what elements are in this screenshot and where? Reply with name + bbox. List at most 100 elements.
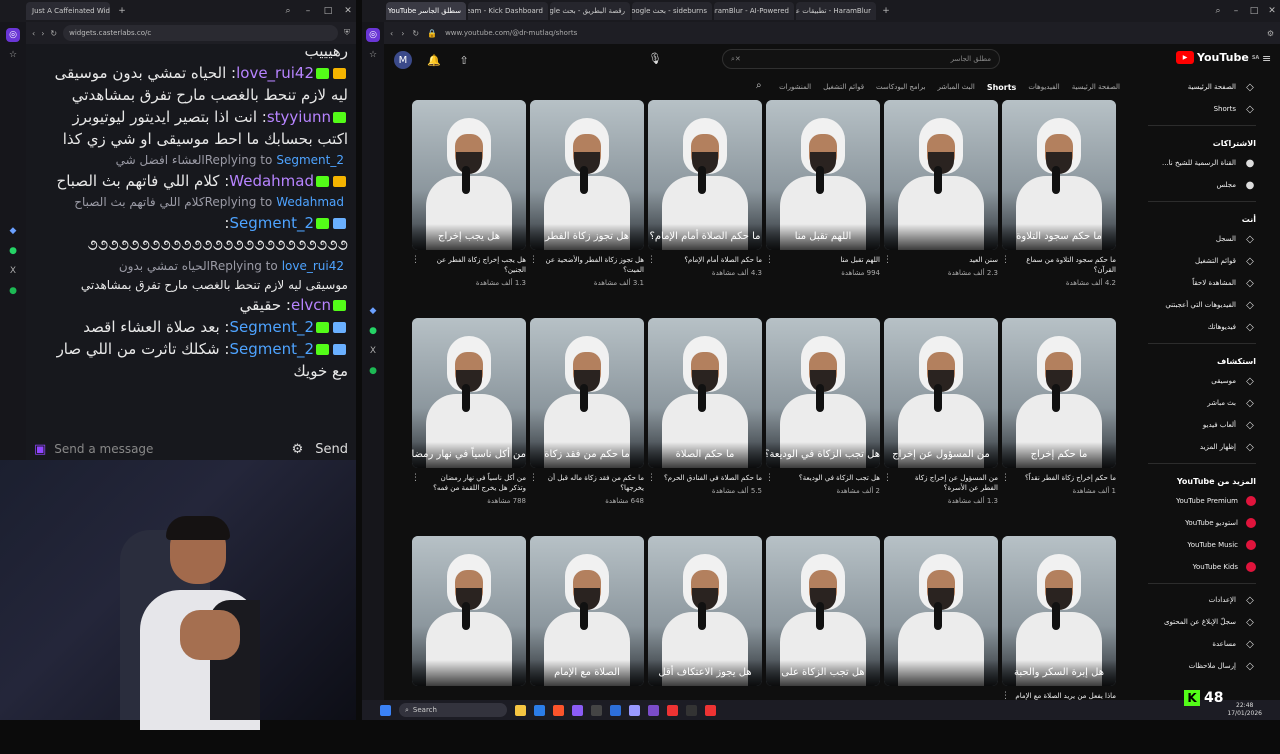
tab-youtube[interactable]: سطلق الجاسر YouTube - د — [386, 2, 466, 20]
chat-username[interactable]: Segment_2 — [229, 214, 314, 232]
tab-google-2[interactable]: sideburns - بحث Google — [632, 2, 712, 20]
sidebar-item[interactable]: ◇ المشاهدة لاحقاً — [1140, 272, 1264, 294]
maximize-icon[interactable]: □ — [320, 6, 336, 16]
short-thumbnail[interactable] — [412, 536, 526, 686]
more-icon[interactable]: ⋮ — [529, 473, 538, 493]
photoshop-icon[interactable] — [610, 704, 621, 716]
more-icon[interactable]: ⋮ — [1001, 255, 1010, 275]
short-thumbnail[interactable]: من أكل ناسياً في نهار رمضان — [412, 318, 526, 468]
star-icon[interactable]: ☆ — [6, 48, 20, 62]
reload-icon[interactable]: ↻ — [412, 29, 419, 38]
chat-username[interactable]: Segment_2 — [229, 318, 314, 336]
more-icon[interactable]: ⋮ — [765, 473, 774, 483]
short-card[interactable]: ما حكم من فقد زكاة ما حكم من فقد زكاة مال… — [529, 318, 644, 536]
shield-icon[interactable]: ⛨ — [344, 28, 350, 38]
short-title[interactable]: ما حكم إخراج زكاة الفطر نقداً؟ — [1014, 473, 1116, 483]
short-card[interactable]: هل تجوز زكاة الفطر هل تجوز زكاة الفطر وال… — [529, 100, 644, 318]
more-icon[interactable]: ⋮ — [647, 473, 656, 483]
short-thumbnail[interactable]: من المسؤول عن إخراج — [884, 318, 998, 468]
whatsapp-icon[interactable]: ● — [6, 244, 20, 258]
tab-2[interactable]: Shorts — [987, 83, 1016, 92]
short-thumbnail[interactable]: هل يجب إخراج — [412, 100, 526, 250]
short-card[interactable]: ما حكم الصلاة ما حكم الصلاة في الفنادق ال… — [647, 318, 762, 536]
short-title[interactable]: ما حكم الصلاة أمام الإمام؟ — [660, 255, 762, 265]
sidebar-item[interactable]: ◇ الإعدادات — [1140, 589, 1264, 611]
bell-icon[interactable]: 🔔 — [426, 52, 442, 68]
gear-icon[interactable]: ⚙ — [292, 442, 304, 457]
sidebar-item[interactable]: YouTube Music — [1140, 534, 1264, 556]
sidebar-item[interactable]: ◇ ألعاب فيديو — [1140, 414, 1264, 436]
sidebar-item[interactable]: ◇ بث مباشر — [1140, 392, 1264, 414]
more-icon[interactable]: ⋮ — [1001, 473, 1010, 483]
short-thumbnail[interactable]: هل تجب الزكاة في الوديعة؟ — [766, 318, 880, 468]
short-card[interactable]: هل يجوز الاعتكاف أقل — [648, 536, 762, 754]
maximize-icon[interactable]: □ — [1246, 6, 1262, 16]
short-thumbnail[interactable]: هل تجوز زكاة الفطر — [530, 100, 644, 250]
opera-task-icon[interactable] — [667, 704, 678, 716]
sidebar-item[interactable]: ◇ Shorts — [1140, 98, 1264, 120]
right-url-field[interactable]: www.youtube.com/@dr-mutlaq/shorts — [445, 29, 1259, 37]
sidebar-item[interactable]: ◇ السجل — [1140, 228, 1264, 250]
short-title[interactable]: من أكل ناسياً في نهار رمضان وتذكر هل يخر… — [424, 473, 526, 493]
mic-icon[interactable]: 🎙 — [648, 52, 662, 65]
premiere-icon[interactable] — [629, 704, 640, 716]
app-icon[interactable] — [591, 704, 602, 716]
minimize-icon[interactable]: – — [1228, 6, 1244, 16]
sidebar-item[interactable]: ● القناة الرسمية للشيخ نا... — [1140, 152, 1264, 174]
tab-0[interactable]: الصفحة الرئيسية — [1072, 83, 1120, 91]
tab-4[interactable]: برامج البودكاست — [876, 83, 925, 91]
short-thumbnail[interactable]: هل إبرة السكر والحبة — [1002, 536, 1116, 686]
more-icon[interactable]: ⋮ — [883, 255, 892, 265]
windows-start-icon[interactable] — [380, 704, 391, 716]
channel-search-icon[interactable]: ⌕ — [756, 80, 762, 91]
back-icon[interactable]: ‹ — [390, 29, 393, 38]
more-icon[interactable]: ⋮ — [765, 255, 774, 265]
chat-username[interactable]: Segment_2 — [229, 340, 314, 358]
chat-username[interactable]: elvcn — [291, 296, 331, 314]
sidebar-item[interactable]: ◇ موسيقى — [1140, 370, 1264, 392]
short-thumbnail[interactable]: هل تجب الزكاة على — [766, 536, 880, 686]
extensions-icon[interactable]: ⚙ — [1267, 29, 1274, 38]
short-thumbnail[interactable]: ما حكم الصلاة أمام الإمام؟ — [648, 100, 762, 250]
tab-1[interactable]: الفيديوهات — [1028, 83, 1059, 91]
short-card[interactable]: ما حكم الصلاة أمام الإمام؟ ما حكم الصلاة … — [647, 100, 762, 318]
short-card[interactable]: الصلاة مع الإمام — [530, 536, 644, 754]
new-tab-icon[interactable]: + — [878, 6, 894, 16]
sidebar-item[interactable]: YouTube Kids — [1140, 556, 1264, 578]
short-card[interactable]: هل تجب الزكاة في الوديعة؟ هل تجب الزكاة ف… — [765, 318, 880, 536]
obs-icon[interactable] — [686, 704, 697, 716]
reload-icon[interactable]: ↻ — [50, 29, 57, 38]
tab-haramblur-store[interactable]: HaramBlur - تطبيقات على — [796, 2, 876, 20]
chat-input[interactable]: Send a message — [54, 442, 153, 456]
more-icon[interactable]: ⋮ — [411, 473, 420, 493]
close-icon[interactable]: ✕ — [1264, 6, 1280, 16]
more-icon[interactable]: ⋮ — [647, 255, 656, 265]
left-tab-widget[interactable]: Just A Caffeinated Widget — [26, 2, 110, 20]
short-card[interactable]: ما حكم سجود التلاوة ما حكم سجود التلاوة م… — [1001, 100, 1116, 318]
explorer-icon[interactable] — [515, 704, 526, 716]
twitch-icon[interactable]: ▣ — [34, 442, 46, 457]
short-thumbnail[interactable] — [884, 536, 998, 686]
left-url-field[interactable]: widgets.casterlabs.co/c — [63, 25, 338, 41]
short-title[interactable]: هل تجوز زكاة الفطر والأضحية عن الميت؟ — [542, 255, 644, 275]
more-icon[interactable]: ⋮ — [411, 255, 420, 275]
short-thumbnail[interactable] — [884, 100, 998, 250]
spotify-icon[interactable]: ● — [366, 364, 380, 378]
short-card[interactable]: هل إبرة السكر والحبة ماذا يفعل من يريد ال… — [1001, 536, 1116, 754]
chat-username[interactable]: styyiunn — [267, 108, 331, 126]
short-card[interactable]: هل يجب إخراج هل يجب إخراج زكاة الفطر عن ا… — [411, 100, 526, 318]
clear-icon[interactable]: ✕ — [735, 55, 741, 63]
sidebar-item[interactable]: ◇ الصفحة الرئيسية — [1140, 76, 1264, 98]
sidebar-item[interactable]: ◇ إرسال ملاحظات — [1140, 655, 1264, 677]
menu-icon[interactable]: ≡ — [1262, 52, 1271, 65]
brave-icon[interactable] — [553, 704, 564, 716]
avatar[interactable]: M — [394, 51, 412, 69]
close-icon[interactable]: ✕ — [340, 6, 356, 16]
short-card[interactable]: اللهم تقبل منا اللهم تقبل منا ⋮ 994 مشاهدة — [765, 100, 880, 318]
short-title[interactable]: هل تجب الزكاة في الوديعة؟ — [778, 473, 880, 483]
vscode-icon[interactable] — [534, 704, 545, 716]
opera-icon[interactable]: ◎ — [6, 28, 20, 42]
search-tabs-icon[interactable]: ⌕ — [1210, 6, 1226, 16]
short-title[interactable]: ما حكم الصلاة في الفنادق الحرم؟ — [660, 473, 762, 483]
sidebar-item[interactable]: ◇ قوائم التشغيل — [1140, 250, 1264, 272]
